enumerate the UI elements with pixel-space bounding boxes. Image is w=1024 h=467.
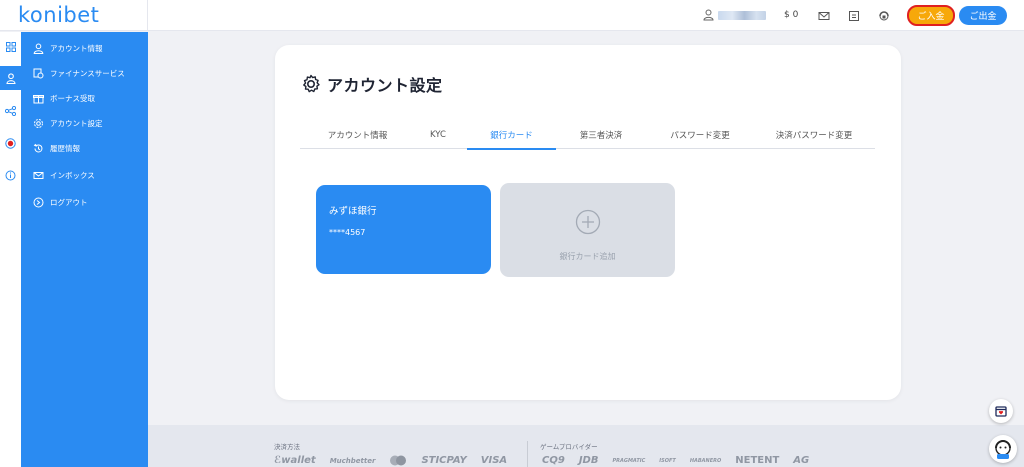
payment-logos: ℰwallet Muchbetter STICPAY VISA: [274, 455, 507, 466]
calendar-icon: [995, 406, 1007, 417]
page-header: アカウント設定: [301, 72, 443, 96]
mastercard-logo-icon: [389, 455, 407, 466]
gift-icon: [33, 94, 44, 103]
rail-share[interactable]: [0, 99, 21, 123]
payment-logo-muchbetter: Muchbetter: [329, 456, 376, 465]
plus-circle-icon: [575, 209, 601, 235]
account-settings-card: アカウント設定 アカウント情報 KYC 銀行カード 第三者決済 パスワード変更 …: [275, 45, 901, 400]
tab-kyc[interactable]: KYC: [413, 121, 463, 149]
wallet-balance: $ 0: [784, 10, 799, 20]
support-agent-icon: [995, 440, 1011, 459]
payment-methods-label: 決済方法: [274, 443, 300, 451]
provider-logo-cq9: CQ9: [542, 455, 565, 466]
user-icon: [33, 43, 44, 54]
deposit-button[interactable]: ご入金: [907, 5, 955, 26]
tab-bank-card[interactable]: 銀行カード: [467, 121, 556, 150]
tab-change-payment-password[interactable]: 決済パスワード変更: [760, 121, 868, 149]
user-icon: [5, 72, 16, 84]
calendar-widget-button[interactable]: [989, 399, 1013, 423]
payment-logo-visa: VISA: [480, 455, 508, 466]
icon-rail: [0, 32, 21, 467]
rail-live[interactable]: [0, 131, 21, 155]
rail-info[interactable]: [0, 163, 21, 187]
provider-logo-ag: AG: [793, 455, 810, 466]
sidebar-item-label: インボックス: [50, 170, 95, 180]
footer-divider: [527, 441, 528, 467]
tab-account-info[interactable]: アカウント情報: [310, 121, 405, 149]
sidebar-item-label: アカウント設定: [50, 118, 103, 128]
sidebar-item-history[interactable]: 履歴情報: [33, 140, 80, 156]
sidebar-item-label: ファイナンスサービス: [50, 68, 125, 78]
game-providers-label: ゲームプロバイダー: [540, 443, 598, 451]
sidebar-item-label: アカウント情報: [50, 43, 103, 53]
site-logo[interactable]: konibet: [18, 3, 99, 27]
user-menu[interactable]: [703, 9, 766, 21]
grid-icon: [5, 42, 16, 52]
sidebar-item-finance[interactable]: ファイナンスサービス: [33, 65, 125, 81]
payment-logo-ewallet: ℰwallet: [274, 455, 316, 466]
bank-card-number: ****4567: [329, 228, 366, 237]
calendar-icon[interactable]: [847, 9, 861, 23]
gear-icon: [34, 118, 43, 128]
mail-icon: [33, 171, 44, 179]
provider-logo-habanero: HABANERO: [689, 457, 722, 464]
bank-name: みずほ銀行: [329, 206, 377, 217]
settings-tabs: アカウント情報 KYC 銀行カード 第三者決済 パスワード変更 決済パスワード変…: [300, 121, 875, 150]
finance-icon: [33, 68, 44, 78]
add-bank-card-button[interactable]: 銀行カード追加: [500, 183, 675, 277]
gear-icon: [303, 74, 320, 93]
provider-logo-netent: NETENT: [735, 455, 780, 466]
provider-logo-isoft: ISOFT: [659, 457, 676, 464]
bank-card-item[interactable]: みずほ銀行 ****4567: [316, 185, 491, 274]
sidebar-item-label: ログアウト: [50, 197, 88, 207]
provider-logos: CQ9 JDB PRAGMATIC ISOFT HABANERO NETENT …: [542, 455, 809, 466]
sidebar-item-bonus[interactable]: ボーナス受取: [33, 90, 95, 106]
info-icon: [5, 170, 16, 180]
username-redacted: [718, 10, 766, 20]
sidebar-item-account-settings[interactable]: アカウント設定: [33, 115, 103, 131]
sidebar-item-inbox[interactable]: インボックス: [33, 167, 95, 183]
rail-dashboard[interactable]: [0, 35, 21, 59]
add-bank-card-label: 銀行カード追加: [559, 252, 616, 261]
history-icon: [33, 143, 43, 152]
rail-account[interactable]: [0, 66, 21, 90]
sidebar-item-label: 履歴情報: [50, 143, 80, 153]
page-title: アカウント設定: [327, 76, 443, 95]
header-divider: [147, 0, 148, 31]
top-header: konibet $ 0 ご入金 ご出金: [0, 0, 1024, 31]
record-icon: [5, 137, 16, 149]
account-sidebar: アカウント情報 ファイナンスサービス ボーナス受取 アカウント設定 履歴情報 イ…: [21, 32, 148, 467]
tab-change-password[interactable]: パスワード変更: [655, 121, 745, 149]
withdraw-button[interactable]: ご出金: [959, 6, 1007, 25]
provider-logo-pragmatic: PRAGMATIC: [612, 457, 646, 464]
live-support-button[interactable]: [989, 435, 1017, 463]
sidebar-item-account-info[interactable]: アカウント情報: [33, 40, 103, 56]
logout-icon: [33, 197, 44, 207]
mail-icon[interactable]: [817, 9, 831, 23]
site-footer: 決済方法 ℰwallet Muchbetter STICPAY VISA ゲーム…: [148, 425, 1024, 467]
share-icon: [5, 106, 16, 116]
sidebar-item-label: ボーナス受取: [50, 93, 95, 103]
sidebar-item-logout[interactable]: ログアウト: [33, 194, 88, 210]
tab-third-party-payment[interactable]: 第三者決済: [568, 121, 634, 149]
user-icon: [703, 9, 714, 21]
payment-logo-sticpay: STICPAY: [421, 455, 467, 466]
provider-logo-jdb: JDB: [578, 455, 599, 466]
support-chat-icon[interactable]: [877, 9, 891, 23]
